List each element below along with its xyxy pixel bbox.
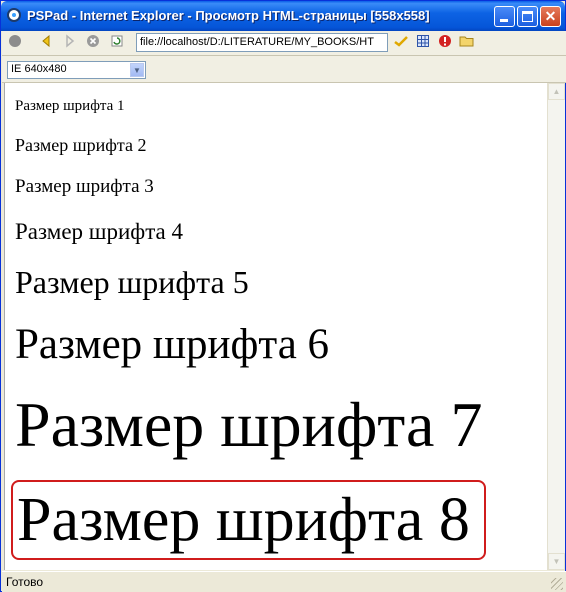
grid-icon[interactable] — [414, 34, 432, 52]
title-bar[interactable]: PSPad - Internet Explorer - Просмотр HTM… — [1, 1, 565, 31]
page-preview: Размер шрифта 1 Размер шрифта 2 Размер ш… — [4, 83, 548, 570]
app-icon[interactable] — [7, 8, 21, 22]
vertical-scrollbar[interactable]: ▲ ▼ — [547, 83, 565, 570]
viewport-size-value: IE 640x480 — [11, 63, 67, 75]
back-icon[interactable] — [38, 34, 56, 52]
go-icon[interactable] — [392, 34, 410, 52]
error-icon[interactable] — [436, 34, 454, 52]
font-size-line-6: Размер шрифта 6 — [15, 321, 330, 368]
close-button[interactable]: ✕ — [540, 6, 561, 27]
folder-icon[interactable] — [458, 34, 476, 52]
font-size-line-2: Размер шрифта 2 — [15, 135, 147, 155]
toolbar: file://localhost/D:/LITERATURE/MY_BOOKS/… — [2, 31, 566, 56]
chevron-down-icon[interactable]: ▼ — [130, 63, 144, 77]
window-title: PSPad - Internet Explorer - Просмотр HTM… — [27, 8, 430, 23]
font-size-line-3: Размер шрифта 3 — [15, 176, 154, 197]
close-icon: ✕ — [544, 8, 557, 24]
preview-options-bar: IE 640x480 ▼ — [2, 56, 566, 83]
stop-icon[interactable] — [6, 34, 24, 52]
resize-grip-icon[interactable] — [551, 578, 563, 590]
address-input[interactable]: file://localhost/D:/LITERATURE/MY_BOOKS/… — [136, 33, 388, 52]
minimize-icon — [500, 19, 508, 22]
viewport-size-select[interactable]: IE 640x480 ▼ — [7, 61, 146, 79]
font-size-line-1: Размер шрифта 1 — [15, 98, 125, 114]
font-size-line-8: Размер шрифта 8 — [17, 486, 470, 554]
status-text: Готово — [6, 575, 44, 589]
maximize-button[interactable] — [517, 6, 538, 27]
font-size-line-4: Размер шрифта 4 — [15, 219, 183, 244]
scroll-down-icon[interactable]: ▼ — [548, 553, 565, 570]
forward-icon[interactable] — [60, 34, 78, 52]
font-size-line-5: Размер шрифта 5 — [15, 264, 249, 300]
status-bar: Готово — [2, 571, 566, 592]
refresh-icon[interactable] — [108, 34, 126, 52]
scroll-up-icon[interactable]: ▲ — [548, 83, 565, 100]
font-size-line-7: Размер шрифта 7 — [15, 389, 483, 460]
maximize-icon — [522, 11, 533, 22]
browser-window: PSPad - Internet Explorer - Просмотр HTM… — [0, 0, 566, 592]
cancel-icon[interactable] — [84, 34, 102, 52]
minimize-button[interactable] — [494, 6, 515, 27]
